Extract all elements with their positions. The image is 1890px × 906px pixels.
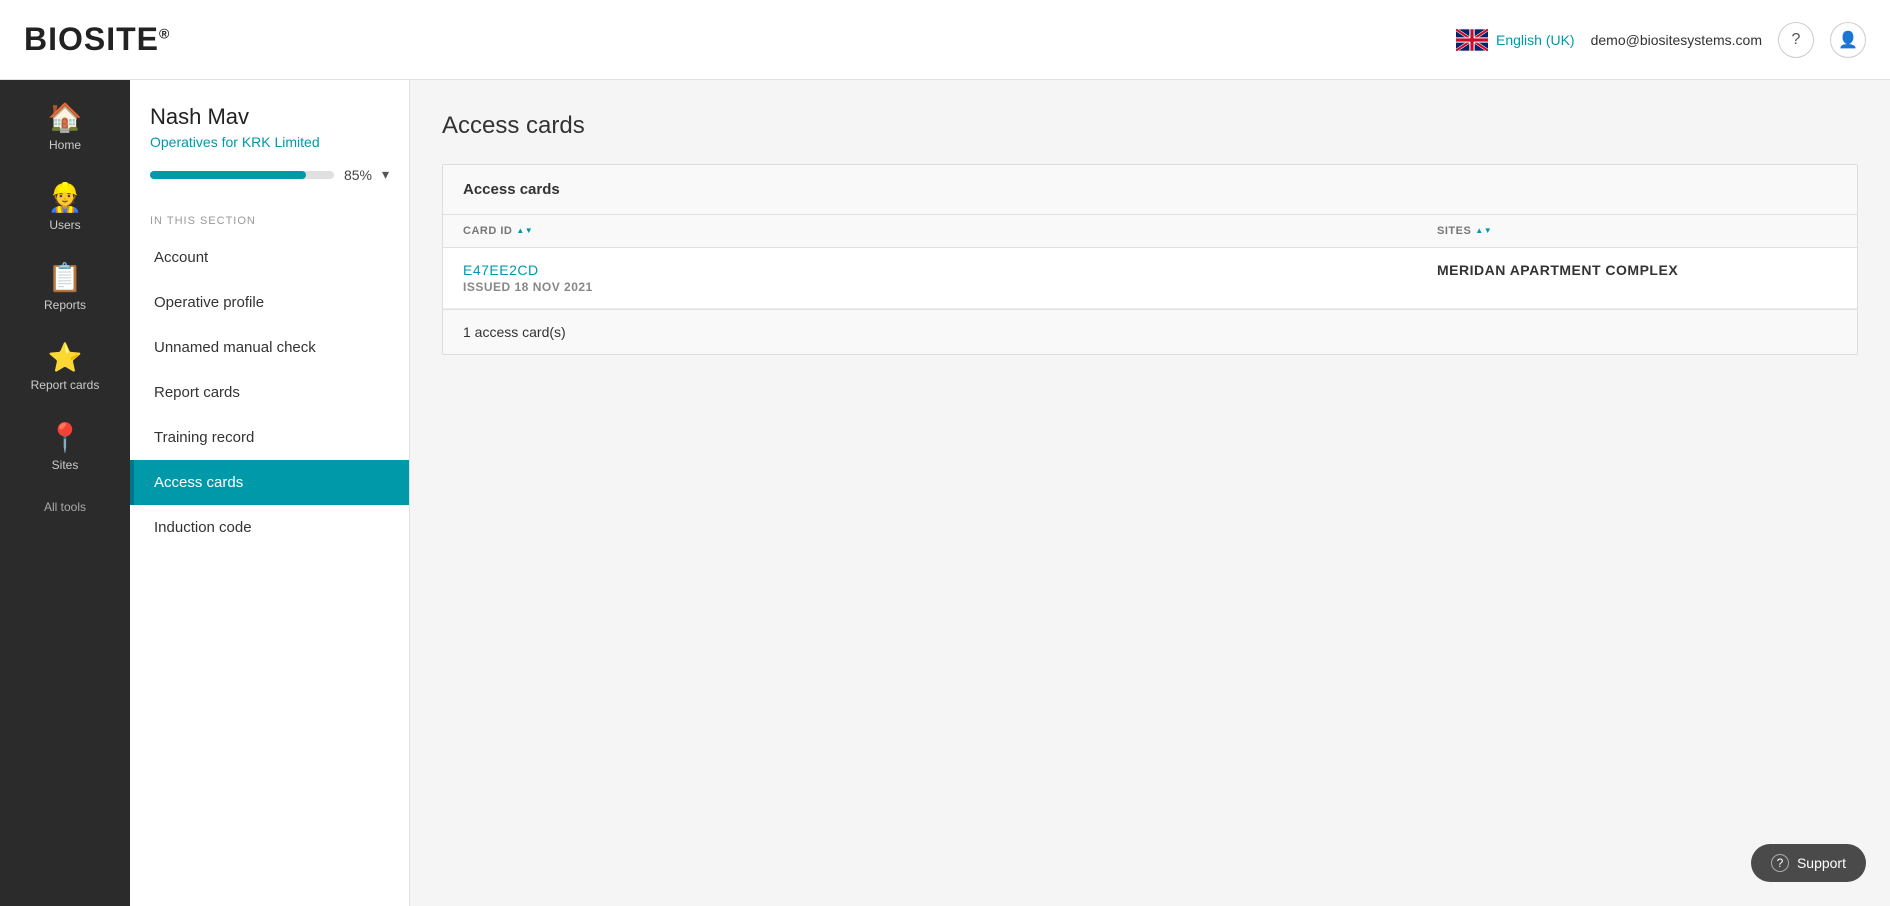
progress-chevron-icon[interactable]: ▾ <box>382 166 389 183</box>
access-count: 1 access card(s) <box>443 309 1857 354</box>
nav-label-home: Home <box>49 138 81 152</box>
sidebar-item-home[interactable]: 🏠 Home <box>0 88 130 168</box>
sidebar-nav-account[interactable]: Account <box>130 235 409 280</box>
operative-name: Nash Mav <box>150 104 389 130</box>
user-menu-button[interactable]: 👤 <box>1830 22 1866 58</box>
logo: BIOSITE® <box>24 21 170 58</box>
support-icon: ? <box>1771 854 1789 872</box>
progress-bar-fill <box>150 171 306 179</box>
card-id-link[interactable]: e47ee2cd <box>463 262 539 278</box>
language-selector[interactable]: English (UK) <box>1456 29 1575 51</box>
user-email: demo@biositesystems.com <box>1591 32 1762 48</box>
reports-icon: 📋 <box>48 264 83 292</box>
help-button[interactable]: ? <box>1778 22 1814 58</box>
sidebar-nav-training-record[interactable]: Training record <box>130 415 409 460</box>
sort-card-id-icon[interactable]: ▲▼ <box>516 227 533 235</box>
sites-icon: 📍 <box>48 424 83 452</box>
progress-container: 85% ▾ <box>150 166 389 183</box>
nav-label-report-cards: Report cards <box>31 378 100 392</box>
sort-sites-icon[interactable]: ▲▼ <box>1475 227 1492 235</box>
sidebar: Nash Mav Operatives for KRK Limited 85% … <box>130 80 410 906</box>
nav-label-reports: Reports <box>44 298 86 312</box>
sidebar-item-report-cards[interactable]: ⭐ Report cards <box>0 328 130 408</box>
left-nav: 🏠 Home 👷 Users 📋 Reports ⭐ Report cards … <box>0 80 130 906</box>
sidebar-item-reports[interactable]: 📋 Reports <box>0 248 130 328</box>
progress-bar-background <box>150 171 334 179</box>
main-layout: 🏠 Home 👷 Users 📋 Reports ⭐ Report cards … <box>0 80 1890 906</box>
access-cards-section: Access cards CARD ID ▲▼ SITES ▲▼ e47ee2c… <box>442 164 1858 355</box>
progress-percentage: 85% <box>344 167 372 183</box>
support-button[interactable]: ? Support <box>1751 844 1866 882</box>
home-icon: 🏠 <box>48 104 83 132</box>
nav-label-sites: Sites <box>52 458 79 472</box>
header-right: English (UK) demo@biositesystems.com ? 👤 <box>1456 22 1866 58</box>
report-cards-icon: ⭐ <box>48 344 83 372</box>
table-header: CARD ID ▲▼ SITES ▲▼ <box>443 215 1857 248</box>
support-label: Support <box>1797 855 1846 871</box>
content-area: Access cards Access cards CARD ID ▲▼ SIT… <box>410 80 1890 906</box>
sidebar-nav-report-cards[interactable]: Report cards <box>130 370 409 415</box>
sidebar-nav-induction-code[interactable]: Induction code <box>130 505 409 550</box>
uk-flag-icon <box>1456 29 1488 51</box>
nav-label-users: Users <box>49 218 80 232</box>
col-header-sites[interactable]: SITES ▲▼ <box>1437 225 1837 237</box>
sidebar-nav-unnamed-manual-check[interactable]: Unnamed manual check <box>130 325 409 370</box>
operative-subtitle: Operatives for KRK Limited <box>150 134 389 150</box>
sidebar-item-users[interactable]: 👷 Users <box>0 168 130 248</box>
section-label: IN THIS SECTION <box>130 199 409 235</box>
sidebar-nav-access-cards[interactable]: Access cards <box>130 460 409 505</box>
page-title: Access cards <box>442 112 1858 140</box>
card-sites-cell: Meridan Apartment Complex <box>1437 262 1837 278</box>
language-label[interactable]: English (UK) <box>1496 32 1575 48</box>
table-row: e47ee2cd Issued 18 Nov 2021 Meridan Apar… <box>443 248 1857 309</box>
card-id-cell: e47ee2cd Issued 18 Nov 2021 <box>463 262 1437 294</box>
all-tools-link[interactable]: All tools <box>36 488 94 526</box>
sidebar-nav-operative-profile[interactable]: Operative profile <box>130 280 409 325</box>
col-header-card-id[interactable]: CARD ID ▲▼ <box>463 225 1437 237</box>
section-header: Access cards <box>443 165 1857 215</box>
card-issued-date: Issued 18 Nov 2021 <box>463 280 593 294</box>
users-icon: 👷 <box>48 184 83 212</box>
header: BIOSITE® English (UK) demo@biositesystem… <box>0 0 1890 80</box>
sidebar-header: Nash Mav Operatives for KRK Limited 85% … <box>130 80 409 199</box>
sidebar-item-sites[interactable]: 📍 Sites <box>0 408 130 488</box>
